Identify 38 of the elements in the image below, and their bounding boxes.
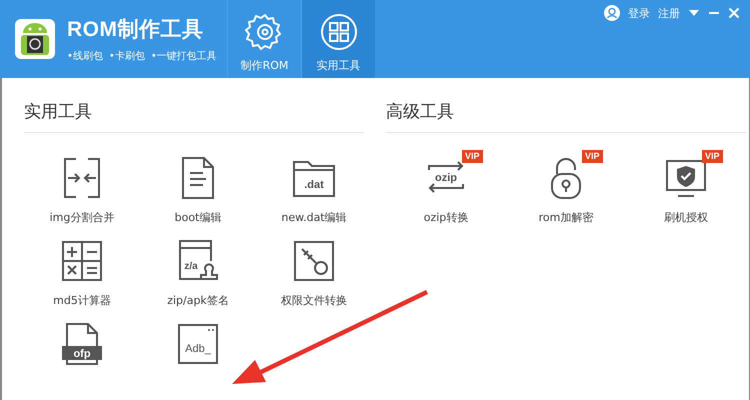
key-icon bbox=[292, 239, 336, 283]
tool-item[interactable]: ozip VIP ozip转换 bbox=[386, 148, 506, 225]
tool-label: md5计算器 bbox=[53, 293, 111, 308]
tool-label: boot编辑 bbox=[174, 210, 222, 225]
tool-item[interactable]: VIP 刷机授权 bbox=[626, 148, 746, 225]
tool-item[interactable]: md5计算器 bbox=[24, 239, 140, 308]
tool-item[interactable]: boot编辑 bbox=[140, 156, 256, 225]
tool-label: 刷机授权 bbox=[664, 210, 708, 225]
feature-label: •线刷包 bbox=[67, 50, 103, 63]
tool-label: new.dat编辑 bbox=[281, 210, 347, 225]
tool-label: rom加解密 bbox=[538, 210, 594, 225]
tool-item[interactable]: .dat new.dat编辑 bbox=[256, 156, 372, 225]
android-logo-icon bbox=[15, 19, 55, 59]
tool-item[interactable]: VIP rom加解密 bbox=[506, 148, 626, 225]
vip-badge: VIP bbox=[462, 150, 483, 163]
app-title: ROM制作工具 bbox=[67, 17, 204, 43]
section-heading: 高级工具 bbox=[386, 100, 746, 133]
nav-tab[interactable]: 实用工具 bbox=[301, 0, 375, 78]
user-avatar-icon bbox=[604, 5, 620, 21]
tool-item[interactable]: Adb_ bbox=[140, 322, 256, 366]
tool-item[interactable]: z/a zip/apk签名 bbox=[140, 239, 256, 308]
tool-item[interactable]: 权限文件转换 bbox=[256, 239, 372, 308]
feature-label: •卡刷包 bbox=[108, 50, 145, 63]
vip-badge: VIP bbox=[582, 150, 603, 163]
calculator-icon bbox=[60, 239, 104, 283]
tool-label: ozip转换 bbox=[424, 210, 468, 225]
close-icon[interactable] bbox=[728, 7, 740, 19]
dropdown-caret-icon[interactable] bbox=[688, 9, 700, 17]
tool-label: zip/apk签名 bbox=[167, 293, 229, 308]
tool-item[interactable]: img分割合并 bbox=[24, 156, 140, 225]
tool-label: img分割合并 bbox=[50, 210, 114, 225]
tool-label: 权限文件转换 bbox=[281, 293, 347, 308]
feature-label: •一键打包工具 bbox=[150, 50, 217, 63]
tool-item[interactable]: ofp bbox=[24, 322, 140, 366]
section-heading: 实用工具 bbox=[24, 100, 364, 133]
grid-icon bbox=[318, 12, 358, 52]
vip-badge: VIP bbox=[702, 150, 723, 163]
terminal-icon: Adb_ bbox=[176, 322, 220, 366]
